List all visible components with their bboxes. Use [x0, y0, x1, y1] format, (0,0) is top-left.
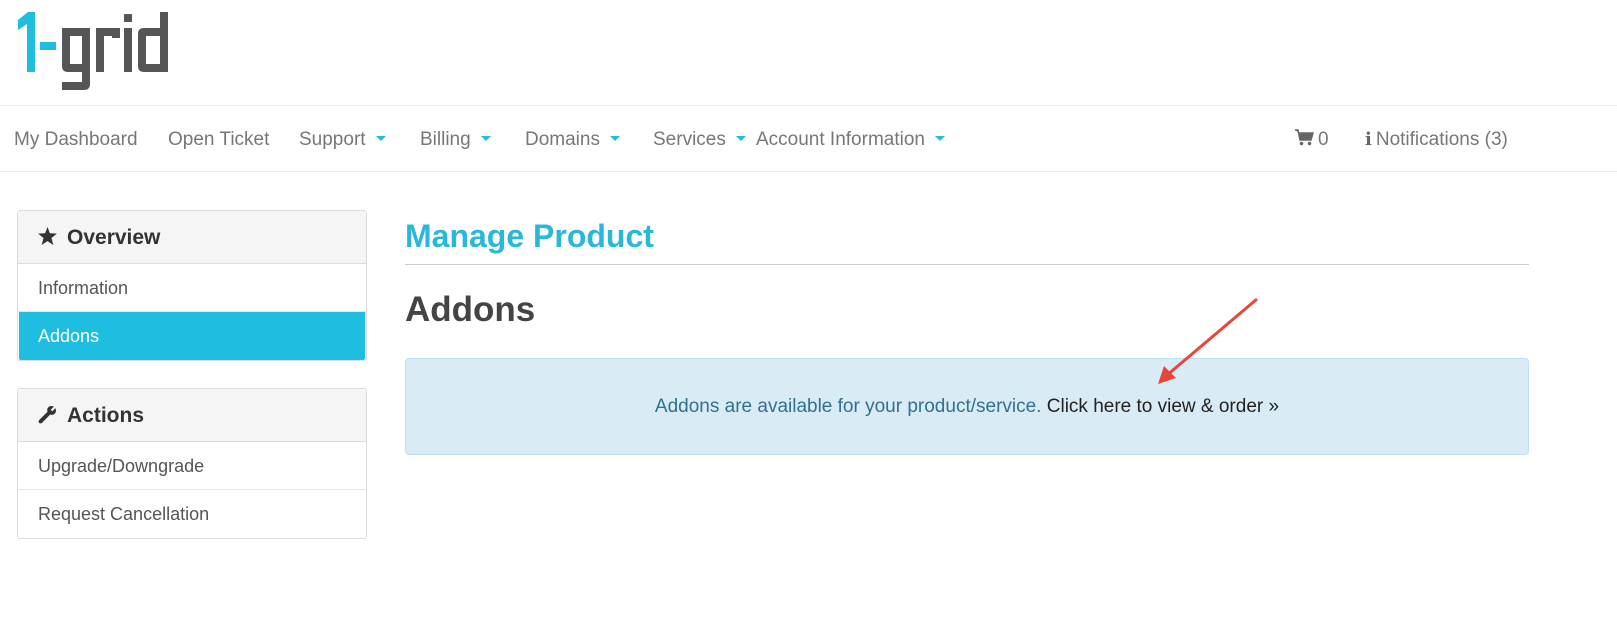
- nav-my-dashboard[interactable]: My Dashboard: [14, 106, 138, 173]
- sidebar-item-information[interactable]: Information: [18, 264, 366, 312]
- notifications-label: Notifications (3): [1375, 129, 1508, 150]
- logo-graphic: [18, 12, 168, 90]
- caret-down-icon: [375, 136, 386, 142]
- nav-support[interactable]: Support: [299, 106, 386, 173]
- main-navbar: My Dashboard Open Ticket Support Billing…: [0, 105, 1617, 172]
- sidebar-item-upgrade-downgrade[interactable]: Upgrade/Downgrade: [18, 442, 366, 490]
- nav-label: Services: [653, 129, 726, 150]
- cart-count: 0: [1318, 129, 1329, 150]
- annotation-arrow-icon: [1158, 297, 1258, 384]
- nav-account-information[interactable]: Account Information: [756, 106, 945, 173]
- nav-label: Support: [299, 129, 366, 150]
- panel-heading-label: Actions: [67, 404, 145, 427]
- nav-open-ticket[interactable]: Open Ticket: [168, 106, 269, 173]
- wrench-icon: [38, 405, 56, 424]
- sidebar-panel-actions: Actions Upgrade/Downgrade Request Cancel…: [17, 388, 367, 539]
- alert-text: Addons are available for your product/se…: [654, 396, 1042, 417]
- info-icon: i: [1365, 129, 1372, 150]
- sidebar-panel-overview: Overview Information Addons: [17, 210, 367, 361]
- sidebar-item-label: Upgrade/Downgrade: [38, 456, 205, 476]
- nav-domains[interactable]: Domains: [525, 106, 620, 173]
- sidebar-item-label: Request Cancellation: [38, 504, 210, 524]
- page-title: Manage Product: [405, 218, 654, 254]
- nav-label: My Dashboard: [14, 129, 138, 150]
- caret-down-icon: [735, 136, 746, 142]
- nav-billing[interactable]: Billing: [420, 106, 491, 173]
- addons-alert: Addons are available for your product/se…: [405, 358, 1529, 455]
- panel-heading-overview: Overview: [18, 211, 366, 264]
- nav-services[interactable]: Services: [653, 106, 746, 173]
- panel-heading-label: Overview: [67, 226, 161, 249]
- panel-heading-actions: Actions: [18, 389, 366, 442]
- sidebar-item-label: Addons: [38, 326, 100, 346]
- shopping-cart-icon: [1295, 129, 1314, 146]
- section-title: Addons: [405, 290, 536, 329]
- site-logo[interactable]: [16, 8, 202, 94]
- view-order-addons-link[interactable]: Click here to view & order »: [1047, 396, 1279, 417]
- caret-down-icon: [480, 136, 491, 142]
- nav-cart[interactable]: 0: [1295, 106, 1329, 173]
- sidebar-item-addons[interactable]: Addons: [19, 312, 365, 360]
- star-icon: [38, 227, 57, 246]
- title-divider: [405, 264, 1529, 265]
- nav-notifications[interactable]: i Notifications (3): [1365, 106, 1508, 173]
- nav-label: Domains: [525, 129, 600, 150]
- nav-label: Billing: [420, 129, 471, 150]
- caret-down-icon: [609, 136, 620, 142]
- caret-down-icon: [934, 136, 945, 142]
- nav-label: Open Ticket: [168, 129, 270, 150]
- sidebar-item-label: Information: [38, 278, 129, 298]
- header: [0, 0, 1617, 105]
- nav-label: Account Information: [756, 129, 925, 150]
- sidebar-item-request-cancellation[interactable]: Request Cancellation: [18, 490, 366, 538]
